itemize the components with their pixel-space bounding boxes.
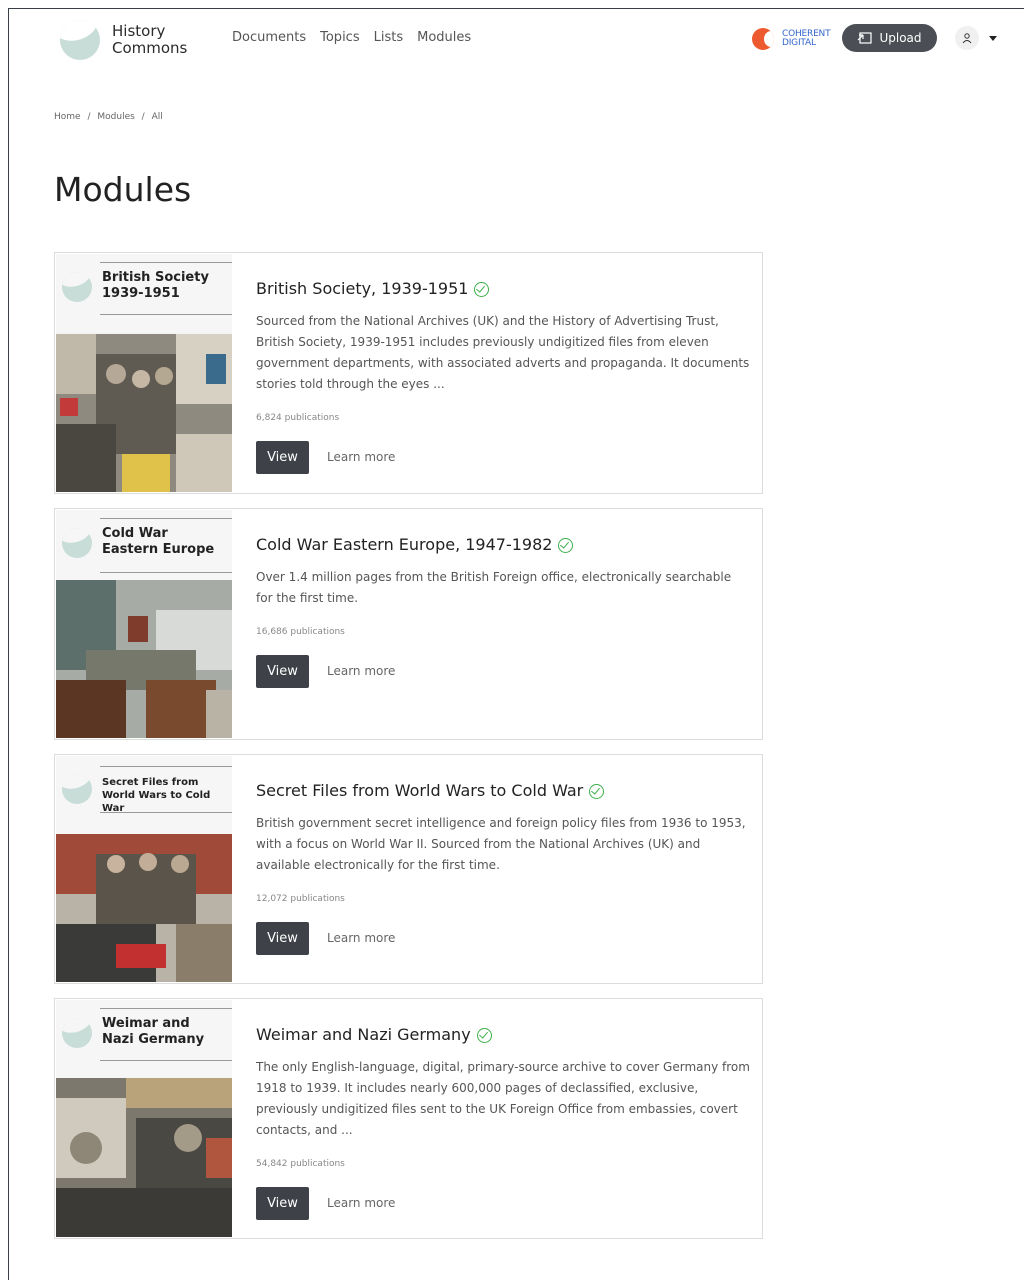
verified-check-icon: [476, 1028, 492, 1043]
cover-header: Weimar and Nazi Germany: [56, 1000, 232, 1078]
cover-logo-icon: [62, 272, 92, 302]
breadcrumb-modules[interactable]: Modules: [97, 112, 134, 122]
breadcrumb-separator: /: [87, 112, 91, 122]
cover-logo-icon: [62, 1018, 92, 1048]
cover-title: British Society 1939-1951: [102, 270, 228, 302]
breadcrumb-separator: /: [141, 112, 145, 122]
cover-rule: [100, 262, 232, 263]
publication-count: 6,824 publications: [256, 413, 340, 423]
cover-rule: [100, 518, 232, 519]
brand-name: History Commons: [112, 23, 187, 57]
coherent-digital-text: COHERENT DIGITAL: [782, 30, 831, 48]
view-button[interactable]: View: [256, 441, 309, 474]
partner-line-2: DIGITAL: [782, 38, 816, 48]
module-cover-image[interactable]: Secret Files from World Wars to Cold War: [56, 756, 232, 982]
module-cover-image[interactable]: Cold War Eastern Europe: [56, 510, 232, 738]
learn-more-link[interactable]: Learn more: [327, 931, 395, 945]
cover-collage: [56, 1078, 232, 1237]
cover-title-line-1: Weimar and: [102, 1016, 190, 1031]
person-icon: [962, 33, 972, 44]
view-button[interactable]: View: [256, 922, 309, 955]
verified-check-icon: [474, 282, 490, 297]
cover-title-line-1: British Society: [102, 270, 209, 285]
cover-header: Cold War Eastern Europe: [56, 510, 232, 588]
breadcrumb-all: All: [151, 112, 163, 122]
cover-collage: [56, 334, 232, 492]
history-commons-logo-icon: [60, 20, 100, 60]
learn-more-link[interactable]: Learn more: [327, 450, 395, 464]
brand-line-1: History: [112, 22, 166, 40]
module-description: Sourced from the National Archives (UK) …: [256, 314, 750, 391]
module-title-text: Weimar and Nazi Germany: [256, 1025, 471, 1044]
cover-title-line-2: Eastern Europe: [102, 542, 215, 557]
module-card: Weimar and Nazi Germany Weimar and Nazi …: [54, 998, 763, 1239]
nav-documents[interactable]: Documents: [232, 30, 306, 45]
user-icon[interactable]: [955, 26, 979, 50]
cover-collage: [56, 834, 232, 982]
cover-logo-icon: [62, 528, 92, 558]
cover-logo-icon: [62, 774, 92, 804]
cover-rule: [100, 572, 232, 573]
view-button[interactable]: View: [256, 1187, 309, 1220]
coherent-digital-logo[interactable]: COHERENT DIGITAL: [752, 28, 831, 50]
learn-more-link[interactable]: Learn more: [327, 1196, 395, 1210]
module-card: Cold War Eastern Europe Cold War Eastern…: [54, 508, 763, 740]
view-button[interactable]: View: [256, 655, 309, 688]
cover-title: Secret Files from World Wars to Cold War: [102, 776, 228, 815]
main-nav: Documents Topics Lists Modules: [232, 30, 471, 45]
learn-more-link[interactable]: Learn more: [327, 664, 395, 678]
brand-logo[interactable]: History Commons: [60, 20, 187, 60]
module-description: The only English-language, digital, prim…: [256, 1060, 750, 1137]
cover-title: Cold War Eastern Europe: [102, 526, 228, 558]
cover-header: British Society 1939-1951: [56, 254, 232, 332]
cover-title-line-1: Cold War: [102, 526, 168, 541]
module-description: Over 1.4 million pages from the British …: [256, 570, 732, 605]
upload-button[interactable]: Upload: [842, 24, 937, 52]
publication-count: 54,842 publications: [256, 1159, 345, 1169]
cover-collage: [56, 580, 232, 738]
cover-header: Secret Files from World Wars to Cold War: [56, 756, 232, 834]
cover-title-line-2: Nazi Germany: [102, 1032, 205, 1047]
upload-icon: [858, 31, 873, 44]
nav-lists[interactable]: Lists: [374, 30, 404, 45]
page-title: Modules: [54, 170, 192, 209]
module-title-text: British Society, 1939-1951: [256, 279, 469, 298]
module-title-text: Cold War Eastern Europe, 1947-1982: [256, 535, 553, 554]
cover-title: Weimar and Nazi Germany: [102, 1016, 228, 1048]
brand-line-2: Commons: [112, 39, 188, 57]
chevron-down-icon[interactable]: [989, 35, 997, 41]
module-title[interactable]: Secret Files from World Wars to Cold War: [256, 781, 605, 800]
module-cover-image[interactable]: Weimar and Nazi Germany: [56, 1000, 232, 1237]
publication-count: 16,686 publications: [256, 627, 345, 637]
cover-rule: [100, 314, 232, 315]
upload-label: Upload: [879, 31, 922, 45]
publication-count: 12,072 publications: [256, 894, 345, 904]
module-card: Secret Files from World Wars to Cold War…: [54, 754, 763, 984]
verified-check-icon: [558, 538, 574, 553]
nav-modules[interactable]: Modules: [417, 30, 471, 45]
cover-rule: [100, 1060, 232, 1061]
verified-check-icon: [589, 784, 605, 799]
module-title[interactable]: Cold War Eastern Europe, 1947-1982: [256, 535, 574, 554]
cover-title-line-2: 1939-1951: [102, 286, 180, 301]
cover-title-line-1: Secret Files from: [102, 777, 199, 788]
nav-topics[interactable]: Topics: [320, 30, 359, 45]
module-card: British Society 1939-1951 British Societ…: [54, 252, 763, 494]
coherent-digital-icon: [752, 28, 774, 50]
cover-rule: [100, 1008, 232, 1009]
breadcrumb: Home / Modules / All: [54, 112, 167, 122]
module-title[interactable]: Weimar and Nazi Germany: [256, 1025, 492, 1044]
module-description: British government secret intelligence a…: [256, 816, 746, 872]
module-title-text: Secret Files from World Wars to Cold War: [256, 781, 584, 800]
module-cover-image[interactable]: British Society 1939-1951: [56, 254, 232, 492]
module-title[interactable]: British Society, 1939-1951: [256, 279, 490, 298]
breadcrumb-home[interactable]: Home: [54, 112, 81, 122]
cover-rule: [100, 766, 232, 767]
user-menu[interactable]: [955, 26, 997, 50]
cover-rule: [100, 812, 232, 813]
